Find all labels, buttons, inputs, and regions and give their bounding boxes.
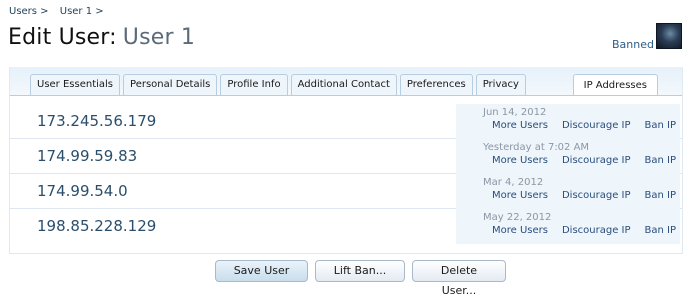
tab-preferences[interactable]: Preferences <box>399 74 473 95</box>
delete-user-button[interactable]: Delete User... <box>412 260 506 297</box>
page-title: Edit User: User 1 <box>8 25 195 50</box>
ip-address: 174.99.54.0 <box>37 182 128 200</box>
ip-date: Yesterday at 7:02 AM <box>483 142 590 153</box>
tab-personal-details[interactable]: Personal Details <box>123 74 218 95</box>
tab-privacy[interactable]: Privacy <box>475 74 526 95</box>
breadcrumb-user-link[interactable]: User 1 > <box>60 6 104 17</box>
discourage-ip-link[interactable]: Discourage IP <box>562 190 631 201</box>
breadcrumb-users-link[interactable]: Users > <box>9 6 49 17</box>
ip-address: 174.99.59.83 <box>37 147 138 165</box>
ip-actions: More Users Discourage IP Ban IP <box>492 225 690 236</box>
tab-bar: User Essentials Personal Details Profile… <box>30 74 529 96</box>
page-title-prefix: Edit User: <box>8 25 117 50</box>
tab-additional-contact[interactable]: Additional Contact <box>290 74 397 95</box>
more-users-link[interactable]: More Users <box>492 120 548 131</box>
form-buttons: Save User Lift Ban... Delete User... <box>215 260 513 297</box>
tab-user-essentials[interactable]: User Essentials <box>30 74 121 95</box>
ban-ip-link[interactable]: Ban IP <box>645 225 676 236</box>
ip-row: 173.245.56.179 Jun 14, 2012 More Users D… <box>10 104 682 139</box>
ip-address: 198.85.228.129 <box>37 217 157 235</box>
ip-address: 173.245.56.179 <box>37 112 157 130</box>
ip-meta: Mar 4, 2012 More Users Discourage IP Ban… <box>456 174 680 209</box>
more-users-link[interactable]: More Users <box>492 155 548 166</box>
discourage-ip-link[interactable]: Discourage IP <box>562 120 631 131</box>
tab-profile-info[interactable]: Profile Info <box>220 74 288 95</box>
ip-meta: Jun 14, 2012 More Users Discourage IP Ba… <box>456 104 680 139</box>
ip-date: Mar 4, 2012 <box>483 177 544 188</box>
discourage-ip-link[interactable]: Discourage IP <box>562 155 631 166</box>
ip-date: May 22, 2012 <box>483 212 552 223</box>
ip-row: 198.85.228.129 May 22, 2012 More Users D… <box>10 209 682 244</box>
ip-meta: Yesterday at 7:02 AM More Users Discoura… <box>456 139 680 174</box>
page-title-username: User 1 <box>122 25 196 50</box>
tab-ip-addresses[interactable]: IP Addresses <box>572 74 658 96</box>
breadcrumb: Users > User 1 > <box>9 6 112 17</box>
ip-actions: More Users Discourage IP Ban IP <box>492 155 690 166</box>
avatar <box>656 23 682 49</box>
more-users-link[interactable]: More Users <box>492 190 548 201</box>
lift-ban-button[interactable]: Lift Ban... <box>315 260 405 282</box>
tab-divider <box>10 95 682 96</box>
ip-actions: More Users Discourage IP Ban IP <box>492 190 690 201</box>
ip-date: Jun 14, 2012 <box>483 107 547 118</box>
more-users-link[interactable]: More Users <box>492 225 548 236</box>
banned-status-label: Banned <box>612 38 654 51</box>
ip-meta: May 22, 2012 More Users Discourage IP Ba… <box>456 209 680 244</box>
ip-row: 174.99.59.83 Yesterday at 7:02 AM More U… <box>10 139 682 174</box>
ip-row: 174.99.54.0 Mar 4, 2012 More Users Disco… <box>10 174 682 209</box>
save-user-button[interactable]: Save User <box>215 260 308 282</box>
ban-ip-link[interactable]: Ban IP <box>645 190 676 201</box>
ban-ip-link[interactable]: Ban IP <box>645 155 676 166</box>
ban-ip-link[interactable]: Ban IP <box>645 120 676 131</box>
discourage-ip-link[interactable]: Discourage IP <box>562 225 631 236</box>
ip-actions: More Users Discourage IP Ban IP <box>492 120 690 131</box>
ip-address-list: 173.245.56.179 Jun 14, 2012 More Users D… <box>10 104 682 244</box>
